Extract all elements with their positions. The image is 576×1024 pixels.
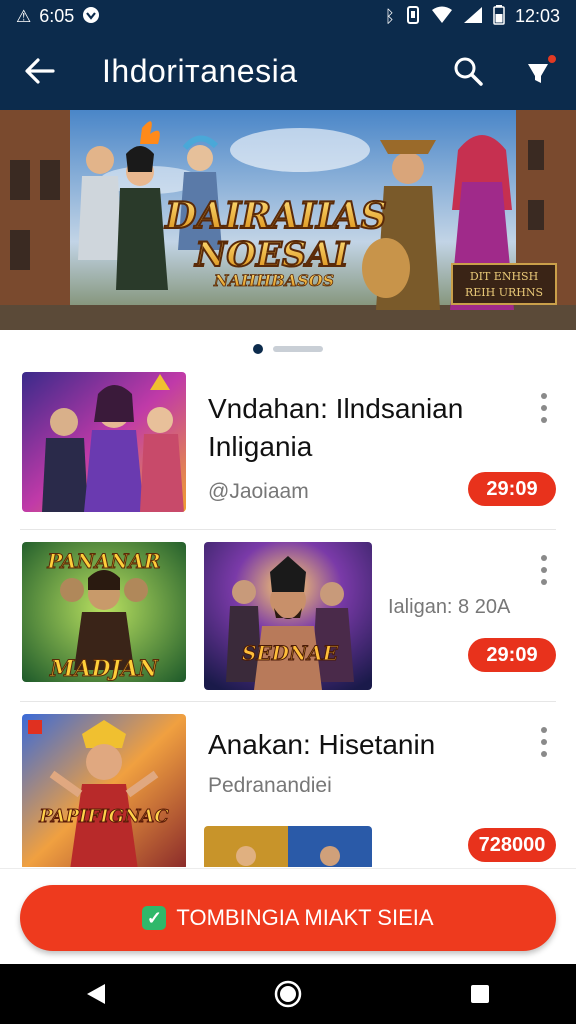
item-subtitle: Pedranandiei: [208, 774, 332, 797]
search-icon: [454, 57, 483, 86]
banner-title-line1: DAIRAIIAS: [164, 195, 386, 237]
signal-icon: [463, 6, 483, 27]
item-thumbnail: PANANAR MADJAN: [22, 542, 186, 682]
status-bar: ⚠ 6:05 ᛒ 12:03: [0, 0, 576, 32]
battery-icon: [493, 4, 505, 28]
thumb-caption: PAPIFIGNAC: [38, 806, 169, 827]
item-menu-button[interactable]: [534, 390, 554, 426]
item-title-line2: Inligania: [208, 431, 313, 462]
item-subtitle: Ialigan: 8 20A: [388, 596, 511, 618]
arrow-left-icon: [25, 58, 55, 84]
check-icon: ✓: [142, 906, 167, 930]
item-title: Vndahan: Ilndsanian Inligania: [208, 390, 463, 466]
thumb-caption: PANANAR: [46, 549, 160, 573]
primary-action-label: TOMBINGIA MIAKT SIEIA: [176, 905, 434, 930]
game-list: Vndahan: Ilndsanian Inligania @Jaoiaam 2…: [0, 362, 576, 867]
list-item[interactable]: Vndahan: Ilndsanian Inligania @Jaoiaam 2…: [20, 362, 556, 530]
notification-badge: [546, 53, 558, 65]
status-time-left: 6:05: [39, 5, 75, 26]
cta-container: ✓ TOMBINGIA MIAKT SIEIA: [0, 868, 576, 964]
square-recents-icon: [471, 985, 489, 1003]
back-button[interactable]: [18, 49, 62, 93]
page-title: Ihdoriтanesia: [102, 52, 298, 89]
warning-icon: ⚠: [16, 6, 32, 26]
item-title-line1: Vndahan: Ilndsanian: [208, 393, 464, 424]
triangle-back-icon: [87, 984, 105, 1004]
system-nav-bar: [0, 964, 576, 1024]
item-subtitle: @Jaoiaam: [208, 480, 309, 503]
nav-home-button[interactable]: [264, 970, 312, 1018]
pager-dot-active[interactable]: [253, 344, 263, 354]
thumb2-caption: SEDNAE: [242, 641, 339, 665]
item-thumbnail-2: [204, 826, 372, 867]
pager-dot[interactable]: [273, 346, 323, 352]
bluetooth-icon: ᛒ: [384, 6, 395, 26]
banner-pager: [0, 342, 576, 356]
search-button[interactable]: [448, 51, 488, 91]
item-thumbnail-2: SEDNAE: [204, 542, 372, 690]
item-title-line1: Anakan: Hisetanin: [208, 729, 436, 760]
price-button[interactable]: 728000: [468, 828, 556, 862]
app-bar: Ihdoriтanesia: [0, 32, 576, 110]
list-item[interactable]: PANANAR MADJAN SEDNAE Ialigan: 8 20A 29:…: [20, 530, 556, 702]
nav-back-button[interactable]: [72, 970, 120, 1018]
notifications-button[interactable]: [518, 51, 558, 91]
nav-recents-button[interactable]: [456, 970, 504, 1018]
banner-title-line3: NAHHBASOS: [213, 271, 334, 290]
primary-action-button[interactable]: ✓ TOMBINGIA MIAKT SIEIA: [20, 885, 556, 951]
banner-sign-line2: REIH URHNS: [465, 286, 543, 299]
item-menu-button[interactable]: [534, 552, 554, 588]
vibrate-icon: [405, 5, 421, 27]
status-time-right: 12:03: [514, 5, 560, 26]
banner-artwork: DIT ENHSH REIH URHNS DAIRAIIAS NOESAI NA…: [0, 110, 576, 330]
price-button[interactable]: 29:09: [468, 638, 556, 672]
hero-banner[interactable]: DIT ENHSH REIH URHNS DAIRAIIAS NOESAI NA…: [0, 110, 576, 330]
item-title: Anakan: Hisetanin: [208, 726, 435, 764]
list-item[interactable]: PAPIFIGNAC Anakan: Hisetanin Pedranandie…: [20, 702, 556, 867]
price-button[interactable]: 29:09: [468, 472, 556, 506]
vpn-icon: [82, 6, 100, 27]
screen: ⚠ 6:05 ᛒ 12:03 Ihdoriтanesia DIT ENHSH R…: [0, 0, 576, 1024]
circle-home-icon: [274, 980, 302, 1008]
thumb-caption-2: MADJAN: [49, 656, 159, 682]
item-thumbnail: [22, 372, 186, 512]
banner-sign-line1: DIT ENHSH: [470, 270, 538, 283]
wifi-icon: [431, 6, 453, 27]
banner-title-line2: NOESAI: [194, 235, 350, 275]
item-thumbnail: PAPIFIGNAC: [22, 714, 186, 867]
item-menu-button[interactable]: [534, 724, 554, 760]
